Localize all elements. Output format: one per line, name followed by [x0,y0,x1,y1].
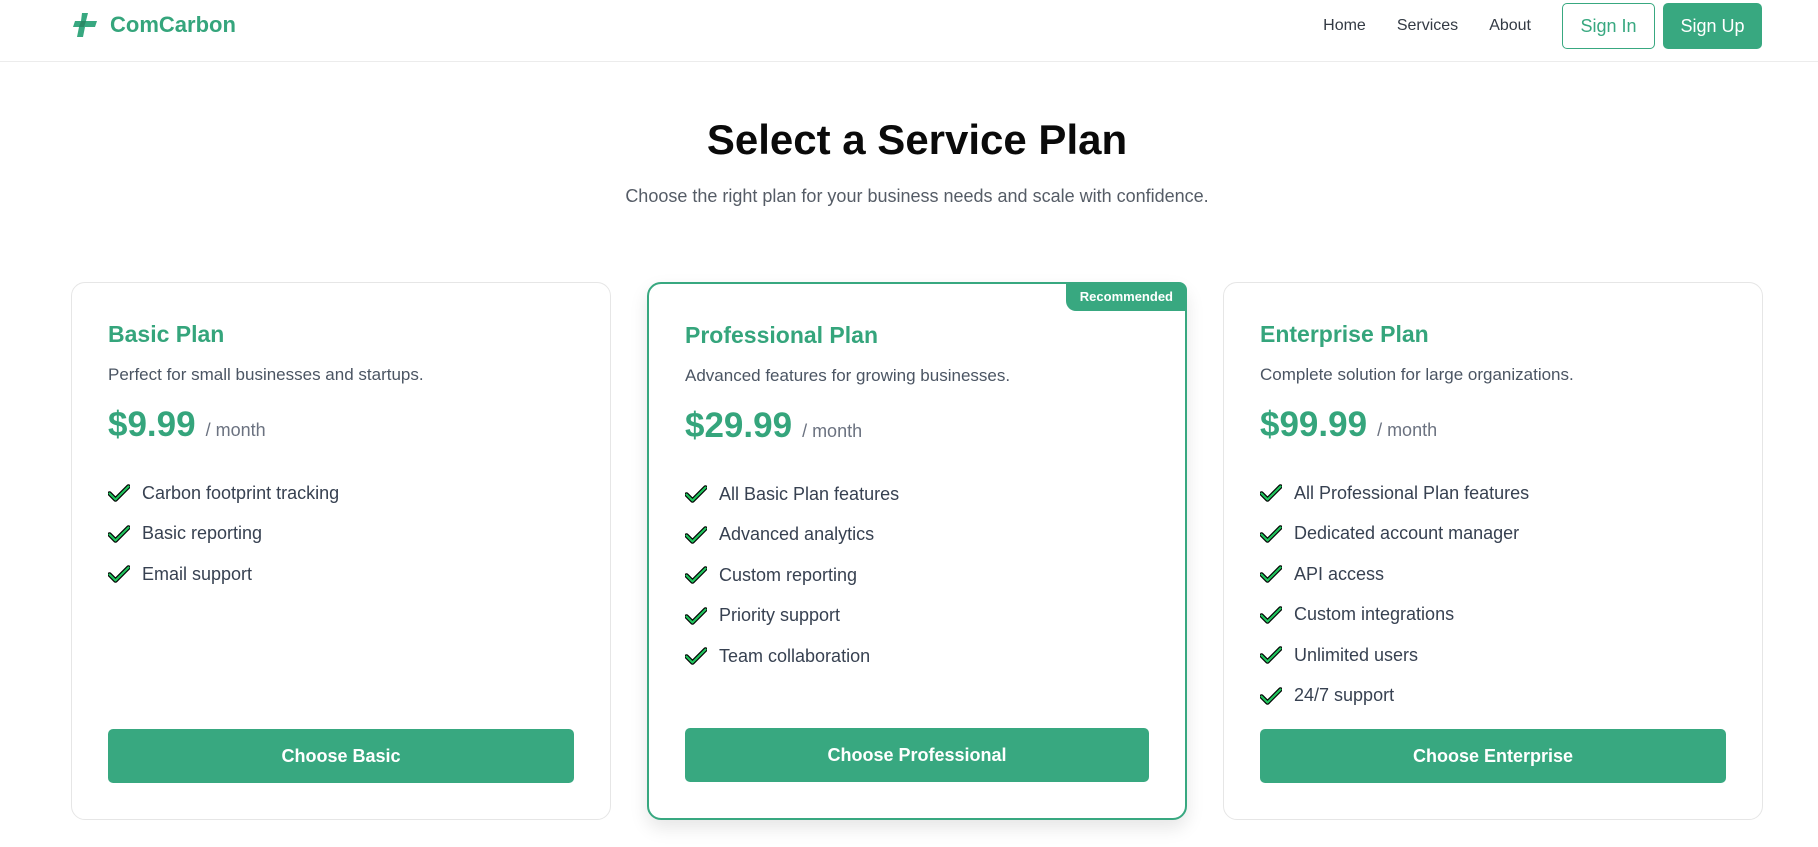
feature-label: Team collaboration [719,645,871,666]
list-item: Email support [108,554,339,595]
plan-card-basic: Basic Plan Perfect for small businesses … [71,282,611,820]
choose-basic-button[interactable]: Choose Basic [108,729,574,783]
plan-period: / month [1377,420,1438,440]
feature-label: API access [1294,563,1385,584]
feature-label: Basic reporting [142,523,263,544]
list-item: Dedicated account manager [1260,514,1529,555]
feature-label: Carbon footprint tracking [142,482,340,503]
feature-list: All Basic Plan features Advanced analytic… [685,474,899,677]
check-icon [685,485,707,503]
plan-name: Professional Plan [685,322,879,348]
feature-list: All Professional Plan features Dedicated … [1260,473,1529,716]
check-icon [108,565,130,583]
choose-enterprise-button[interactable]: Choose Enterprise [1260,729,1726,783]
check-icon [1260,484,1282,502]
plan-card-professional: Recommended Professional Plan Advanced f… [647,282,1187,820]
feature-label: All Basic Plan features [719,483,900,504]
plan-description: Complete solution for large organization… [1260,365,1574,384]
check-icon [685,526,707,544]
list-item: Priority support [685,596,899,637]
plan-price: $29.99 [685,406,793,445]
plan-price: $9.99 [108,405,196,444]
list-item: API access [1260,554,1529,595]
price-row: $29.99 / month [685,406,862,446]
nav-link-services[interactable]: Services [1397,17,1458,35]
brand-logo-link[interactable]: ComCarbon [72,10,236,40]
nav-link-about[interactable]: About [1489,17,1531,35]
check-icon [1260,646,1282,664]
check-icon [1260,565,1282,583]
feature-label: Email support [142,563,253,584]
plan-price: $99.99 [1260,405,1368,444]
plan-name: Basic Plan [108,321,225,347]
plan-card-enterprise: Enterprise Plan Complete solution for la… [1223,282,1763,820]
list-item: Basic reporting [108,514,339,555]
feature-label: Priority support [719,605,841,626]
price-row: $9.99 / month [108,405,266,445]
feature-label: Dedicated account manager [1294,523,1520,544]
feature-label: All Professional Plan features [1294,482,1530,503]
price-row: $99.99 / month [1260,405,1437,445]
plan-description: Advanced features for growing businesses… [685,366,1011,385]
plan-period: / month [205,420,266,440]
check-icon [1260,687,1282,705]
list-item: Custom integrations [1260,595,1529,636]
feature-list: Carbon footprint tracking Basic reporting… [108,473,339,595]
plan-name: Enterprise Plan [1260,321,1429,347]
list-item: Custom reporting [685,555,899,596]
main-nav: Home Services About Sign In Sign Up [1323,1,1762,51]
list-item: Team collaboration [685,636,899,677]
list-item: 24/7 support [1260,676,1529,717]
check-icon [1260,606,1282,624]
recommended-badge: Recommended [1065,282,1187,311]
check-icon [1260,525,1282,543]
site-header: ComCarbon Home Services About Sign In Si… [0,0,1818,62]
plan-description: Perfect for small businesses and startup… [108,365,424,384]
feature-label: Custom integrations [1294,604,1455,625]
check-icon [685,647,707,665]
feature-label: Unlimited users [1294,644,1419,665]
plan-period: / month [802,421,863,441]
list-item: Advanced analytics [685,515,899,556]
leaf-cross-logo-icon [73,13,97,37]
sign-in-button[interactable]: Sign In [1562,3,1655,49]
sign-up-button[interactable]: Sign Up [1663,3,1762,49]
list-item: All Basic Plan features [685,474,899,515]
check-icon [108,484,130,502]
check-icon [685,566,707,584]
page-title: Select a Service Plan [706,116,1128,163]
nav-link-home[interactable]: Home [1323,17,1366,35]
check-icon [685,607,707,625]
page-subtitle: Choose the right plan for your business … [625,186,1209,206]
feature-label: Advanced analytics [719,524,875,545]
feature-label: Custom reporting [719,564,858,585]
list-item: All Professional Plan features [1260,473,1529,514]
list-item: Unlimited users [1260,635,1529,676]
check-icon [108,525,130,543]
choose-professional-button[interactable]: Choose Professional [685,728,1149,782]
list-item: Carbon footprint tracking [108,473,339,514]
brand-name: ComCarbon [110,12,236,37]
feature-label: 24/7 support [1294,685,1395,706]
